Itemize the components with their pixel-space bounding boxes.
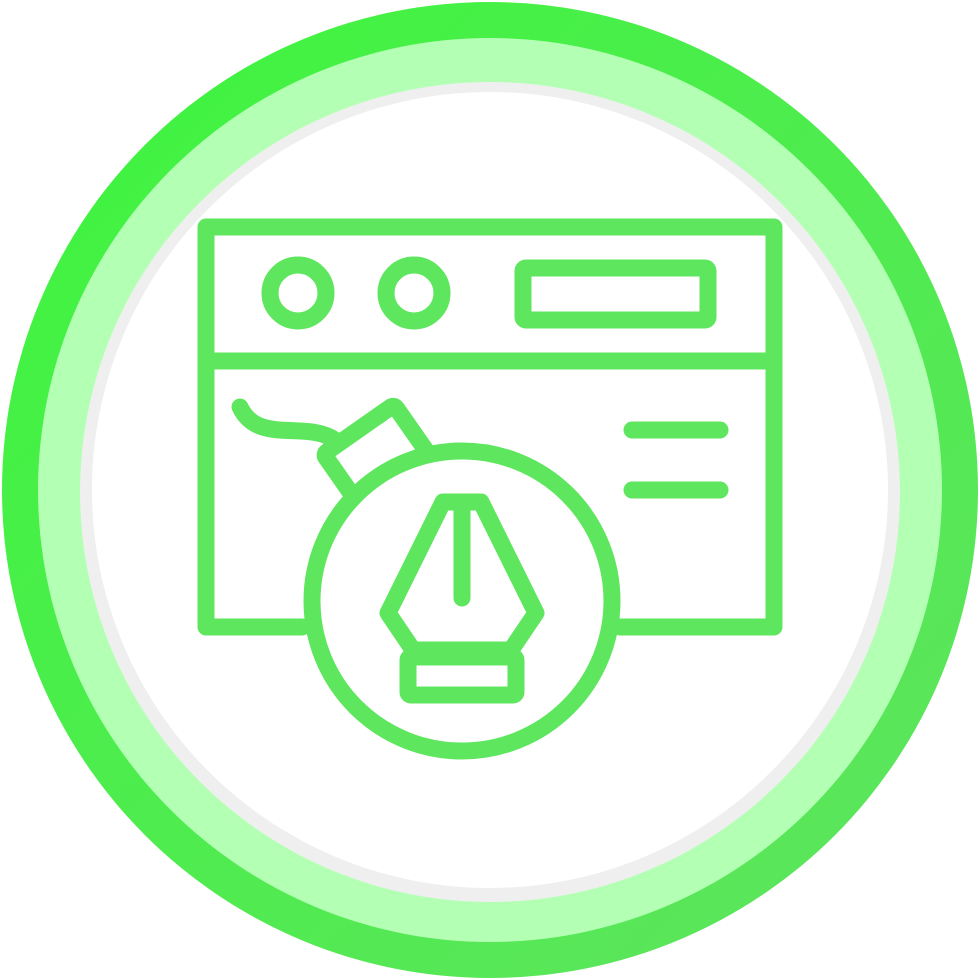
icon-canvas [0, 0, 980, 980]
web-design-bomb-icon [2, 2, 978, 978]
